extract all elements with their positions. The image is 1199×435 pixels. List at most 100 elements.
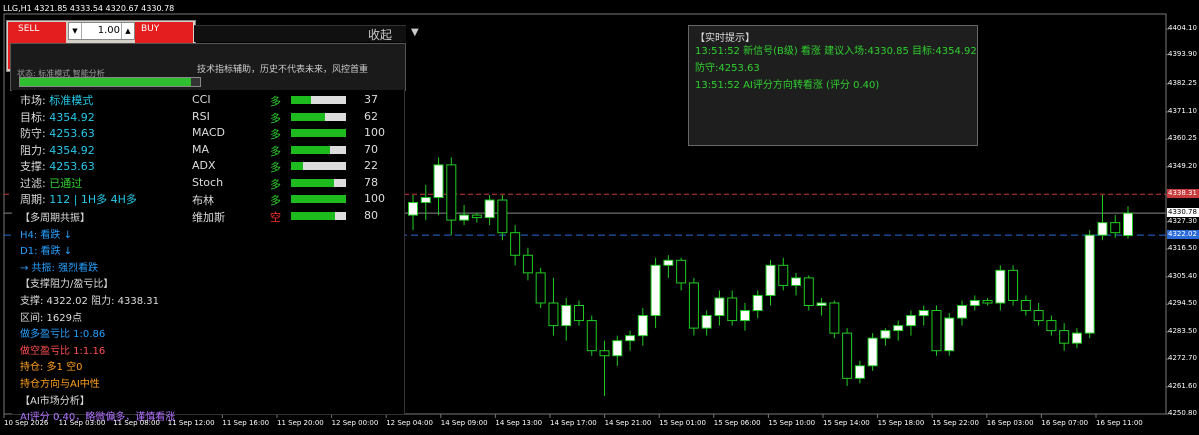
indicator-row: ADX 多 22 (192, 159, 392, 174)
time-tick-label: 10 Sep 2026 (4, 419, 49, 427)
status-value: 4253.63 (49, 127, 95, 140)
indicator-row: MACD 多 100 (192, 126, 392, 141)
candle-body (561, 305, 572, 327)
time-tick-label: 15 Sep 06:00 (713, 419, 761, 427)
indicator-name: RSI (192, 109, 210, 123)
lot-size-input[interactable]: ▼ 1.00 ▲ (68, 22, 135, 40)
price-tick-label: 4349.20 (1168, 161, 1197, 170)
notice-progress-bar (19, 77, 201, 87)
indicator-strength-fill (291, 112, 326, 121)
lot-increase-icon[interactable]: ▲ (121, 23, 134, 39)
time-tick-label: 11 Sep 08:00 (113, 419, 160, 427)
indicator-row: 布林 多 100 (192, 192, 392, 207)
indicator-direction: 多 (270, 144, 281, 158)
candle-body (1033, 310, 1044, 322)
candle-body (791, 277, 802, 286)
candle-body (586, 320, 597, 352)
indicator-strength-fill (291, 129, 346, 137)
status-value: 4354.92 (49, 143, 95, 157)
analysis-line: 【支撑阻力/盈亏比】 (20, 279, 114, 291)
candle-body (408, 202, 418, 216)
price-tick-label: 4404.10 (1168, 24, 1197, 32)
indicator-value: 62 (364, 109, 378, 123)
candle-body (701, 315, 712, 329)
candle-body (931, 310, 942, 352)
candle-body (510, 232, 521, 256)
candle-body (459, 214, 470, 221)
price-level-tag: 4330.78 (1167, 208, 1199, 218)
candle-body (446, 164, 457, 221)
indicator-direction: 多 (270, 194, 281, 207)
collapse-arrow-icon[interactable]: ▼ (411, 27, 419, 38)
indicator-strength-fill (291, 96, 312, 104)
indicator-name: MACD (192, 126, 225, 139)
indicator-strength-bar (291, 129, 346, 137)
indicator-strength-bar (291, 162, 346, 170)
candle-body (676, 259, 687, 284)
time-tick-label: 15 Sep 01:00 (659, 419, 706, 427)
time-tick-label: 11 Sep 20:00 (277, 419, 324, 427)
status-row: 防守: 4253.63 (20, 125, 95, 141)
price-tick-label: 4327.30 (1168, 216, 1197, 225)
analysis-line: 做空盈亏比 1:1.16 (20, 345, 106, 357)
indicator-row: MA 多 70 (192, 143, 392, 158)
candle-body (420, 197, 431, 204)
notice-box: 状态: 标准模式 智能分析 技术指标辅助，历史不代表未来，风控首重 (10, 43, 406, 91)
indicator-strength-fill (291, 162, 304, 170)
indicator-name: Stoch (192, 175, 224, 189)
time-tick-label: 11 Sep 03:00 (58, 419, 106, 427)
indicator-value: 22 (364, 159, 378, 172)
status-row: 周期: 112 | 1H多 4H多 (20, 191, 137, 207)
candle-body (816, 302, 827, 307)
candle-body (1084, 234, 1095, 334)
price-tick-label: 4272.70 (1168, 354, 1197, 362)
analysis-line: H4: 看跌 ↓ (20, 229, 72, 241)
indicator-value: 100 (364, 192, 385, 205)
candle-body (880, 330, 891, 339)
candle-body (688, 282, 699, 329)
status-label: 市场: (20, 94, 50, 107)
candle-body (573, 305, 584, 322)
price-tick-label: 4382.25 (1168, 78, 1197, 87)
indicator-strength-bar (291, 211, 346, 220)
status-value: 112 | 1H多 4H多 (49, 193, 137, 206)
candle-body (867, 337, 878, 367)
candle-body (995, 269, 1006, 304)
candle-body (1046, 320, 1057, 332)
lot-value: 1.00 (97, 25, 120, 36)
collapse-label[interactable]: 收起 (368, 26, 392, 43)
indicator-strength-bar (291, 145, 346, 154)
indicator-row: 维加斯 空 80 (192, 209, 392, 224)
lot-decrease-icon[interactable]: ▼ (69, 23, 82, 39)
candle-body (803, 277, 814, 307)
time-tick-label: 11 Sep 16:00 (222, 419, 270, 427)
candle-body (1123, 212, 1133, 237)
candle-body (535, 272, 546, 304)
indicator-strength-bar (291, 112, 346, 121)
price-tick-label: 4360.25 (1168, 134, 1197, 143)
price-tick-label: 4283.50 (1168, 326, 1197, 335)
time-tick-label: 16 Sep 11:00 (1096, 419, 1143, 427)
analysis-panel: 市场: 标准模式 目标: 4354.92 防守: 4253.63 阻力: 4354.9… (12, 90, 405, 423)
status-label: 周期: (20, 193, 50, 206)
buy-label: BUY (141, 24, 160, 34)
time-tick-label: 15 Sep 22:00 (932, 419, 979, 427)
indicator-value: 37 (364, 93, 378, 106)
candle-body (957, 305, 968, 319)
candle-body (1110, 222, 1121, 234)
indicator-strength-fill (291, 178, 334, 187)
candle-body (765, 264, 776, 296)
indicator-direction: 多 (270, 161, 281, 174)
status-value: 标准模式 (49, 94, 94, 107)
status-label: 防守: (20, 127, 50, 140)
status-value: 4354.92 (49, 110, 95, 124)
candle-body (944, 317, 955, 352)
indicator-name: 维加斯 (192, 210, 225, 224)
alert-line: 13:51:52 AI评分方向转看涨 (评分 0.40) (695, 80, 880, 91)
price-level-tag: 4338.31 (1167, 189, 1199, 199)
indicator-strength-fill (291, 145, 330, 154)
price-tick-label: 4371.10 (1168, 106, 1197, 115)
panel-collapse-bar[interactable]: 收起 (194, 25, 406, 42)
price-tick-label: 4250.80 (1168, 409, 1197, 417)
candle-body (982, 299, 993, 304)
